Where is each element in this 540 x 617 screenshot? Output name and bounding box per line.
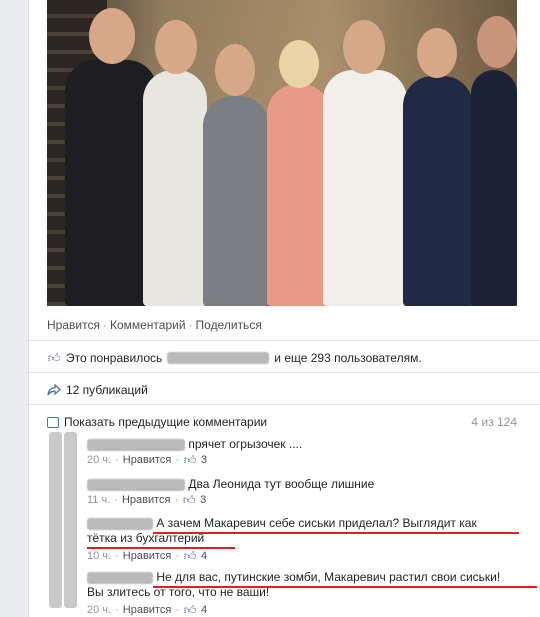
blurred-author[interactable] xyxy=(87,571,153,584)
comment-time[interactable]: 11 ч. xyxy=(87,494,110,506)
photo-person-head xyxy=(417,28,457,78)
thumbs-up-icon: 👍︎ xyxy=(183,603,197,617)
comment-meta: 10 ч. · Нравится · 👍︎ 4 xyxy=(87,550,207,562)
post-card: Нравится · Комментарий · Поделиться 👍︎ Это п… xyxy=(28,0,540,617)
comments-count: 4 из 124 xyxy=(471,415,517,429)
blurred-author[interactable] xyxy=(87,517,153,530)
comment-text: прячет огрызочек .... xyxy=(188,437,303,451)
comment-body: Два Леонида тут вообще лишние xyxy=(87,477,374,492)
comment-text: Два Леонида тут вообще лишние xyxy=(188,477,375,491)
comment-like-link[interactable]: Нравится xyxy=(123,604,172,616)
thumbs-up-icon: 👍︎ xyxy=(183,549,197,563)
avatar[interactable] xyxy=(49,432,62,608)
share-arrow-icon xyxy=(47,384,61,396)
likes-prefix: Это понравилось xyxy=(66,351,163,365)
share-link[interactable]: Поделиться xyxy=(196,318,262,332)
avatar-stack xyxy=(47,432,79,608)
comment-likes-count[interactable]: 4 xyxy=(201,550,207,562)
comment-body: Не для вас, путинские зомби, Макаревич р… xyxy=(87,570,500,600)
photo-person-head xyxy=(477,16,517,68)
photo-person-head xyxy=(89,8,135,64)
comment-likes-count[interactable]: 3 xyxy=(201,454,207,466)
comment-like-link[interactable]: Нравится xyxy=(123,550,172,562)
likes-suffix[interactable]: и еще 293 пользователям. xyxy=(274,351,421,365)
photo-person-head xyxy=(279,40,319,88)
separator-dot: · xyxy=(174,494,179,506)
separator-dot: · xyxy=(114,494,118,506)
separator-dot: · xyxy=(102,318,107,332)
comment-text-line1: Не для вас, путинские зомби, Макаревич р… xyxy=(156,570,501,584)
red-underline xyxy=(87,547,235,549)
shares-summary[interactable]: 12 публикаций xyxy=(47,382,148,398)
comment-like-link[interactable]: Нравится xyxy=(123,454,172,466)
comment-likes-count[interactable]: 3 xyxy=(200,494,206,506)
separator-dot: · xyxy=(115,550,119,562)
separator-dot: · xyxy=(115,604,119,616)
post-actions: Нравится · Комментарий · Поделиться xyxy=(47,318,262,332)
previous-comments-row[interactable]: Показать предыдущие комментарии 4 из 124 xyxy=(47,414,517,430)
separator-dot: · xyxy=(188,318,193,332)
comment-time[interactable]: 10 ч. xyxy=(87,550,111,562)
comment-text-line1: А зачем Макаревич себе сиськи приделал? … xyxy=(156,516,477,530)
shares-count[interactable]: 12 публикаций xyxy=(66,383,148,397)
blurred-author[interactable] xyxy=(87,438,185,451)
comment-body: прячет огрызочек .... xyxy=(87,437,302,452)
separator-dot: · xyxy=(115,454,119,466)
photo-person-head xyxy=(343,20,385,74)
post-photo[interactable] xyxy=(47,0,517,306)
previous-comments-link[interactable]: Показать предыдущие комментарии xyxy=(64,415,267,429)
thumbs-up-icon: 👍︎ xyxy=(183,453,197,467)
red-underline xyxy=(153,532,519,534)
separator-dot: · xyxy=(175,550,179,562)
photo-person xyxy=(403,76,473,306)
photo-person xyxy=(203,96,269,306)
photo-person xyxy=(143,70,207,306)
blurred-name[interactable] xyxy=(167,352,270,364)
divider xyxy=(29,404,540,405)
separator-dot: · xyxy=(175,604,179,616)
red-underline xyxy=(153,586,537,588)
divider xyxy=(29,372,540,373)
thumbs-up-icon: 👍︎ xyxy=(182,493,196,507)
comment-time[interactable]: 20 ч. xyxy=(87,604,111,616)
photo-person xyxy=(471,70,517,306)
thumbs-up-icon: 👍︎ xyxy=(47,351,61,365)
comment-like-link[interactable]: Нравится xyxy=(122,494,171,506)
comment-link[interactable]: Комментарий xyxy=(110,318,186,332)
avatar[interactable] xyxy=(64,432,77,608)
likes-summary: 👍︎ Это понравилось и еще 293 пользовател… xyxy=(47,350,422,366)
photo-person xyxy=(323,70,407,306)
divider xyxy=(29,340,540,341)
comment-bubble-icon xyxy=(47,416,59,428)
comment-meta: 20 ч. · Нравится · 👍︎ 3 xyxy=(87,454,207,466)
photo-person-head xyxy=(155,20,197,74)
photo-person xyxy=(267,84,331,306)
comment-likes-count[interactable]: 4 xyxy=(201,604,207,616)
comment-body: А зачем Макаревич себе сиськи приделал? … xyxy=(87,516,477,546)
separator-dot: · xyxy=(175,454,179,466)
comment-time[interactable]: 20 ч. xyxy=(87,454,111,466)
blurred-author[interactable] xyxy=(87,478,185,491)
comment-meta: 11 ч. · Нравится · 👍︎ 3 xyxy=(87,494,206,506)
like-link[interactable]: Нравится xyxy=(47,318,100,332)
comment-meta: 20 ч. · Нравится · 👍︎ 4 xyxy=(87,604,207,616)
photo-person-head xyxy=(215,44,255,96)
